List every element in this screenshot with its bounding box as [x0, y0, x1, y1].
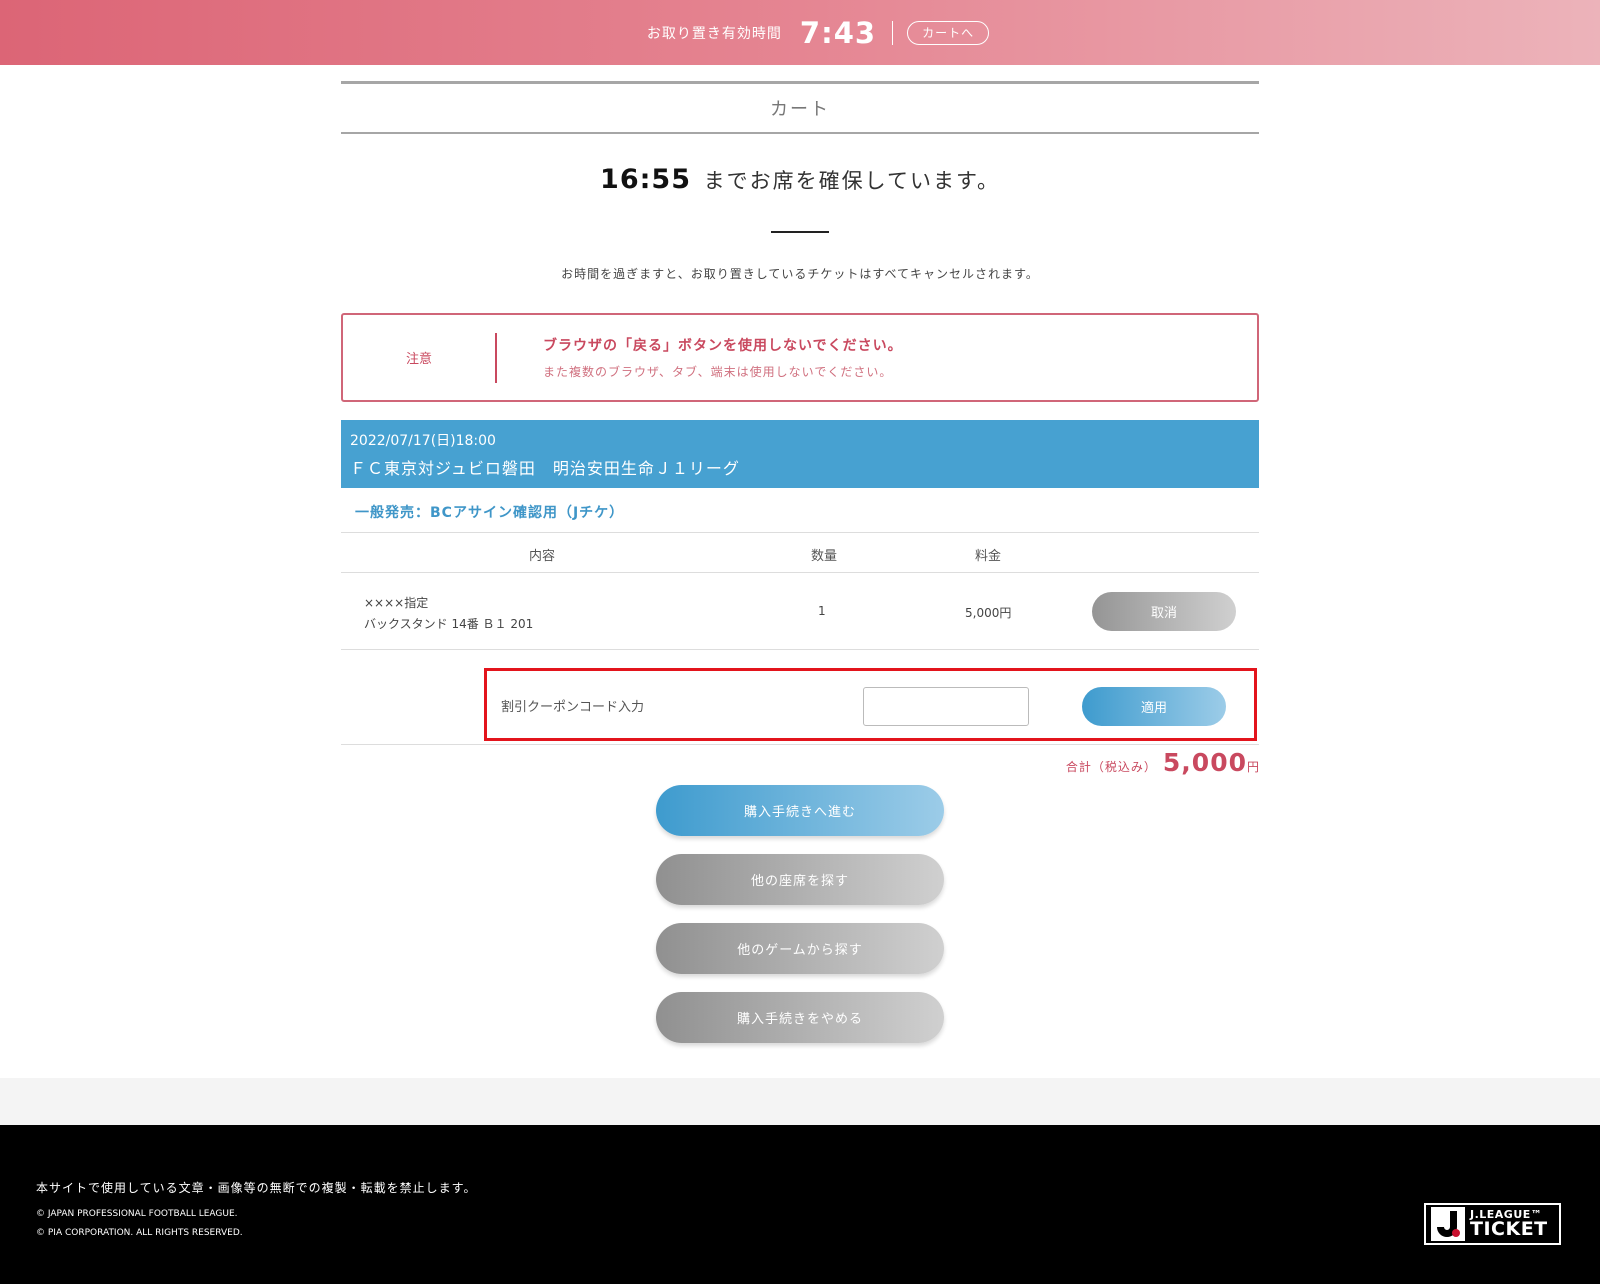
table-row: ××××指定 バックスタンド 14番 Ｂ１ 201 1 5,000円 取消 [341, 573, 1259, 650]
total-unit: 円 [1246, 760, 1259, 774]
event-title: ＦＣ東京対ジュビロ磐田 明治安田生命Ｊ１リーグ [350, 459, 740, 478]
divider [892, 20, 894, 45]
find-other-seats-button[interactable]: 他の座席を探す [656, 854, 944, 905]
notice-label: 注意 [405, 352, 432, 367]
ticket-price: 5,000円 [965, 606, 1012, 620]
coupon-label: 割引クーポンコード入力 [501, 700, 645, 715]
cancel-note: お時間を過ぎますと、お取り置きしているチケットはすべてキャンセルされます。 [561, 267, 1039, 281]
logo-bottom-text: TICKET [1470, 1218, 1548, 1240]
event-header: 2022/07/17(日)18:00 ＦＣ東京対ジュビロ磐田 明治安田生命Ｊ１リ… [341, 420, 1259, 488]
coupon-section: 割引クーポンコード入力 適用 [341, 650, 1259, 745]
sale-name: 一般発売：BCアサイン確認用（Jチケ） [355, 505, 625, 521]
column-header-quantity: 数量 [811, 549, 838, 564]
copyright-pia: © PIA CORPORATION. ALL RIGHTS RESERVED. [36, 1228, 243, 1238]
seat-info: ××××指定 バックスタンド 14番 Ｂ１ 201 [364, 593, 533, 635]
warning-notice: 注意 ブラウザの「戻る」ボタンを使用しないでください。 また複数のブラウザ、タブ… [341, 313, 1259, 402]
footer-spacer [0, 1078, 1600, 1125]
hold-timer-bar: お取り置き有効時間 7:43 カートへ [0, 0, 1600, 65]
hold-time: 7:43 [799, 15, 877, 50]
notice-main-text: ブラウザの「戻る」ボタンを使用しないでください。 [543, 338, 903, 354]
find-other-games-button[interactable]: 他のゲームから探す [656, 923, 944, 974]
footer-notice: 本サイトで使用している文章・画像等の無断での複製・転載を禁止します。 [36, 1181, 477, 1195]
quit-purchase-button[interactable]: 購入手続きをやめる [656, 992, 944, 1043]
event-date: 2022/07/17(日)18:00 [350, 433, 496, 449]
column-header-price: 料金 [975, 549, 1002, 564]
jleague-ticket-logo[interactable]: J.LEAGUE™ TICKET [1424, 1203, 1561, 1245]
coupon-code-input[interactable] [863, 687, 1029, 726]
reservation-text: までお席を確保しています。 [703, 169, 1000, 193]
seat-location: バックスタンド 14番 Ｂ１ 201 [364, 617, 534, 631]
coupon-highlight: 割引クーポンコード入力 適用 [484, 668, 1257, 741]
reservation-deadline: 16:55 [600, 164, 691, 195]
proceed-to-purchase-button[interactable]: 購入手続きへ進む [656, 785, 944, 836]
go-to-cart-button[interactable]: カートへ [907, 20, 990, 45]
order-total: 合計（税込み） 5,000円 [341, 748, 1259, 782]
copyright-jleague: © JAPAN PROFESSIONAL FOOTBALL LEAGUE. [36, 1209, 238, 1219]
hold-label: お取り置き有効時間 [646, 25, 782, 42]
jleague-mark-icon [1431, 1207, 1465, 1241]
cancel-ticket-button[interactable]: 取消 [1092, 592, 1236, 631]
ticket-quantity: 1 [818, 604, 826, 618]
footer: 本サイトで使用している文章・画像等の無断での複製・転載を禁止します。 © JAP… [0, 1125, 1600, 1284]
notice-sub-text: また複数のブラウザ、タブ、端末は使用しないでください。 [543, 365, 893, 379]
column-header-content: 内容 [529, 549, 556, 564]
total-label: 合計（税込み） [1065, 760, 1157, 774]
total-amount: 5,000 [1162, 748, 1247, 777]
page-title: カート [341, 81, 1259, 134]
divider [771, 231, 829, 233]
reservation-message: 16:55 までお席を確保しています。 [0, 164, 1600, 195]
seat-type: ××××指定 [364, 596, 429, 610]
apply-coupon-button[interactable]: 適用 [1082, 687, 1226, 726]
table-header: 内容 数量 料金 [341, 532, 1259, 573]
